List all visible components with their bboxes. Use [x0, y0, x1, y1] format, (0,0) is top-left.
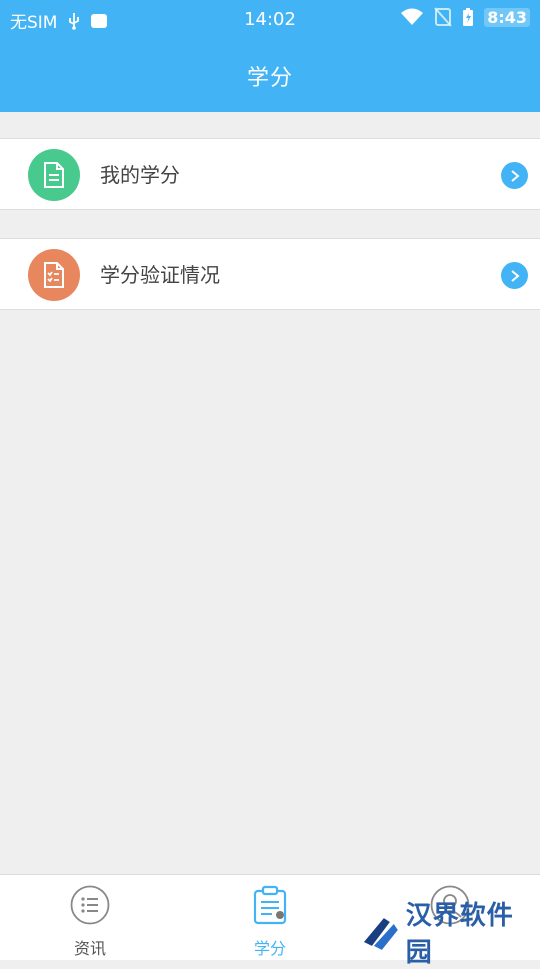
battery-time: 8:43	[484, 7, 530, 27]
no-signal-icon	[434, 7, 452, 27]
my-credits-label: 我的学分	[100, 163, 180, 187]
credit-verification-label: 学分验证情况	[100, 263, 220, 287]
watermark: 汉界软件园	[360, 901, 540, 968]
battery-charging-icon	[463, 8, 474, 26]
tab-credits[interactable]: 学分	[180, 875, 360, 961]
checklist-document-icon	[28, 249, 80, 301]
status-right: 8:43	[400, 7, 530, 27]
chevron-right-icon	[501, 262, 528, 289]
chevron-right-icon	[501, 162, 528, 189]
app-header: 无SIM 14:02 8:43 学分	[0, 0, 540, 112]
page-title: 学分	[246, 66, 293, 91]
my-credits-row[interactable]: 我的学分	[0, 138, 540, 210]
tab-credits-label: 学分	[253, 939, 286, 958]
credit-verification-row[interactable]: 学分验证情况	[0, 238, 540, 310]
status-bar: 无SIM 14:02 8:43	[0, 0, 540, 38]
document-icon	[28, 149, 80, 201]
tab-news[interactable]: 资讯	[0, 875, 180, 961]
watermark-logo-icon	[363, 918, 398, 950]
wifi-icon	[401, 8, 424, 25]
tab-news-label: 资讯	[73, 939, 106, 958]
list-icon	[70, 885, 110, 925]
clipboard-icon	[253, 885, 287, 925]
watermark-text: 汉界软件园	[405, 901, 514, 968]
